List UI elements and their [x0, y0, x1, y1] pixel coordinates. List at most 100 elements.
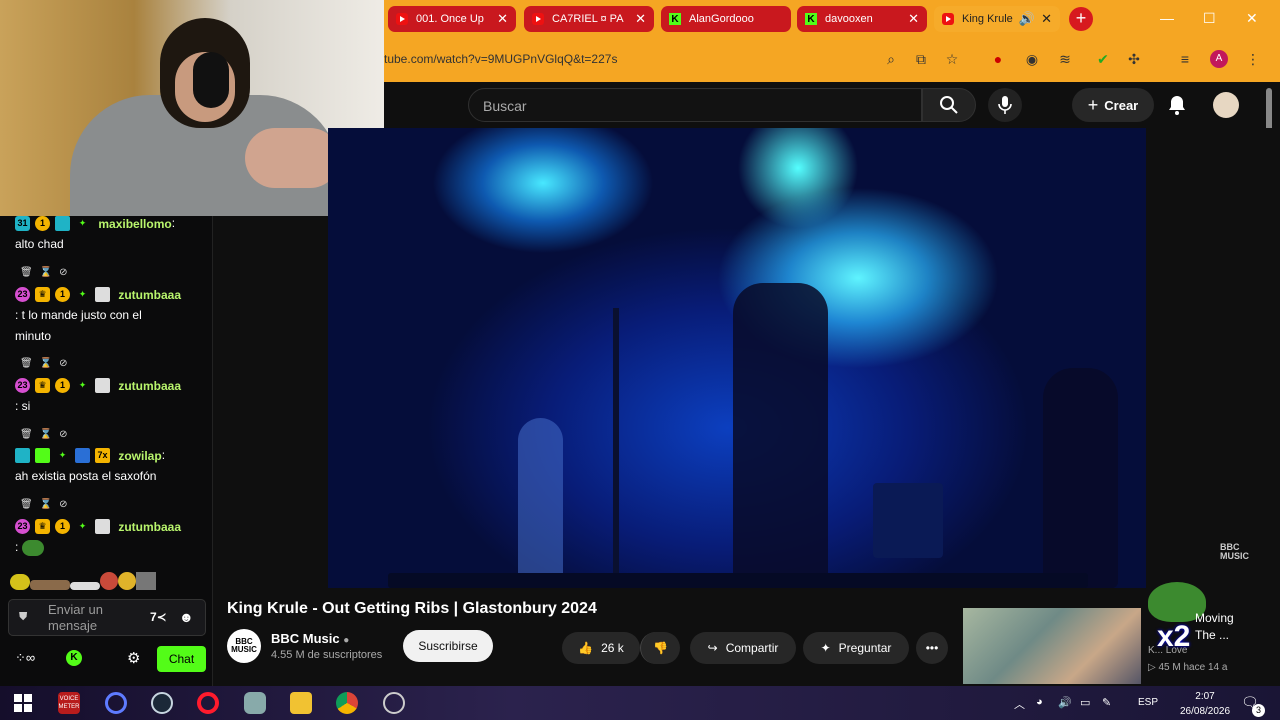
sub-months-badge: 23 — [15, 287, 30, 303]
dislike-button[interactable]: 👎 — [640, 632, 680, 664]
chat-username[interactable]: zutumbaaa — [118, 520, 181, 534]
create-label: Crear — [1104, 97, 1139, 113]
kick-star-icon: ✦ — [78, 380, 87, 391]
mod-action-icons[interactable]: 🗑⌛⊘ — [20, 429, 75, 440]
opera-icon[interactable] — [197, 692, 219, 714]
like-button[interactable]: 👍 26 k — [562, 632, 640, 664]
mod-action-icons[interactable]: 🗑⌛⊘ — [20, 267, 75, 278]
close-icon[interactable]: ✕ — [497, 11, 508, 27]
bookmark-star-icon[interactable]: ☆ — [943, 50, 961, 68]
mod-action-icons[interactable]: 🗑⌛⊘ — [20, 358, 75, 369]
chrome-icon[interactable] — [336, 692, 358, 714]
vip-badge-icon — [15, 448, 30, 464]
network-tray-icon[interactable]: ▭ — [1080, 696, 1090, 709]
search-button[interactable] — [922, 88, 976, 122]
audio-extension-icon[interactable]: ≋ — [1056, 50, 1074, 68]
emote-icon[interactable] — [136, 572, 156, 590]
file-explorer-icon[interactable] — [290, 692, 312, 714]
menu-kebab-icon[interactable]: ⋮ — [1244, 50, 1262, 68]
reading-list-icon[interactable]: ≡ — [1176, 50, 1194, 68]
mod-action-icons[interactable]: 🗑⌛⊘ — [20, 499, 75, 510]
adblock-extension-icon[interactable]: ● — [989, 50, 1007, 68]
chat-username[interactable]: zowilap — [118, 449, 161, 463]
emote-icon[interactable] — [100, 572, 118, 590]
windows-start-icon[interactable] — [14, 694, 32, 712]
chat-username[interactable]: zutumbaaa — [118, 288, 181, 302]
sub-months-badge: 23 — [15, 378, 30, 394]
notifications-bell-icon[interactable] — [1166, 94, 1188, 116]
chat-message-header: ✦ 7x zowilap: — [15, 448, 165, 464]
tab-ca7riel[interactable]: CA7RIEL ¤ PA ✕ — [524, 6, 654, 32]
recommended-video-title[interactable]: Moving The ... K... Love — [1148, 610, 1234, 659]
checked-extension-icon[interactable]: ✔ — [1094, 50, 1112, 68]
close-icon[interactable]: ✕ — [908, 11, 919, 27]
speaker-icon[interactable]: 🔊 — [1019, 11, 1035, 27]
profile-avatar[interactable]: A — [1210, 50, 1228, 68]
taskbar-clock[interactable]: 2:07 26/08/2026 — [1180, 689, 1230, 719]
voice-search-button[interactable] — [988, 88, 1022, 122]
emote-icon[interactable] — [10, 574, 30, 590]
cortana-icon[interactable] — [105, 692, 127, 714]
share-icon: ↪ — [707, 641, 718, 655]
chat-users-icon[interactable]: ⁘∞ — [15, 650, 35, 666]
create-button[interactable]: + Crear — [1072, 88, 1154, 122]
notification-count-badge: 3 — [1252, 704, 1265, 717]
youtube-icon — [942, 13, 954, 25]
show-hidden-icons-icon[interactable]: ︿ — [1014, 696, 1025, 712]
emote-icon[interactable] — [70, 582, 100, 590]
new-tab-button[interactable]: + — [1069, 7, 1093, 31]
tab-alangordooo[interactable]: K AlanGordooo — [661, 6, 791, 32]
tab-king-krule[interactable]: King Krule 🔊 ✕ — [934, 6, 1060, 32]
subscriber-badge: 1 — [35, 216, 50, 232]
search-input[interactable]: Buscar — [468, 88, 922, 122]
seven-tv-icon[interactable]: 7≺ — [150, 610, 167, 624]
recommended-video-thumbnail[interactable] — [963, 608, 1141, 684]
share-button[interactable]: ↪ Compartir — [690, 632, 796, 664]
minimize-icon[interactable]: — — [1160, 10, 1174, 26]
zoom-icon[interactable]: ⌕ — [882, 50, 900, 68]
language-indicator[interactable]: ESP — [1138, 697, 1158, 708]
chat-message-text: : si — [15, 399, 31, 413]
url-field[interactable]: tube.com/watch?v=9MUGPnVGlqQ&t=227s — [384, 52, 617, 66]
mic-stand — [613, 308, 619, 588]
tab-label: CA7RIEL ¤ PA — [552, 13, 624, 25]
chat-username[interactable]: maxibellomo — [98, 217, 171, 231]
emote-bar[interactable] — [10, 572, 156, 593]
install-app-icon[interactable]: ⧉ — [912, 50, 930, 68]
chat-send-button[interactable]: Chat — [157, 646, 206, 672]
app-icon[interactable] — [244, 692, 266, 714]
emoji-picker-icon[interactable]: ☻ — [179, 609, 194, 625]
user-avatar[interactable] — [1213, 92, 1239, 118]
close-icon[interactable]: ✕ — [635, 11, 646, 27]
emote-icon[interactable] — [118, 572, 136, 590]
tab-once-upon[interactable]: 001. Once Up ✕ — [388, 6, 516, 32]
emote-icon[interactable] — [30, 580, 70, 590]
extension-icon[interactable]: ◉ — [1023, 50, 1041, 68]
discord-tray-icon[interactable]: ◕ — [1036, 696, 1043, 708]
chat-message-header: 23 ♛ 1 ✦ zutumbaaa — [15, 287, 181, 303]
volume-tray-icon[interactable]: 🔊 — [1058, 696, 1072, 709]
video-player[interactable] — [328, 128, 1146, 588]
tab-davooxen[interactable]: K davooxen ✕ — [797, 6, 927, 32]
ask-button[interactable]: ✦ Preguntar — [803, 632, 909, 664]
chat-settings-icon[interactable]: ⛊ — [19, 611, 27, 624]
chat-message-text: alto chad — [15, 237, 64, 251]
close-icon[interactable]: ✕ — [1041, 11, 1052, 27]
microphone-icon — [998, 96, 1012, 114]
puzzle-extensions-icon[interactable]: ✣ — [1125, 50, 1143, 68]
clock-time: 2:07 — [1195, 691, 1215, 702]
tab-label: King Krule — [962, 13, 1013, 25]
maximize-icon[interactable]: ☐ — [1203, 10, 1216, 27]
window-close-icon[interactable]: ✕ — [1246, 10, 1258, 27]
more-actions-button[interactable]: ••• — [916, 632, 948, 664]
steam-icon[interactable] — [151, 692, 173, 714]
obs-icon[interactable] — [383, 692, 405, 714]
subscribe-button[interactable]: Suscribirse — [403, 630, 493, 662]
channel-logo[interactable]: BBC MUSIC — [227, 629, 261, 663]
pen-tray-icon[interactable]: ✎ — [1102, 696, 1111, 709]
chat-settings-gear-icon[interactable]: ⚙ — [127, 649, 140, 667]
chat-username[interactable]: zutumbaaa — [118, 379, 181, 393]
channel-name[interactable]: BBC Music ● — [271, 631, 349, 646]
kick-logo-icon[interactable]: K — [66, 650, 82, 666]
voicemeeter-app[interactable]: VOICE METER — [58, 692, 80, 714]
